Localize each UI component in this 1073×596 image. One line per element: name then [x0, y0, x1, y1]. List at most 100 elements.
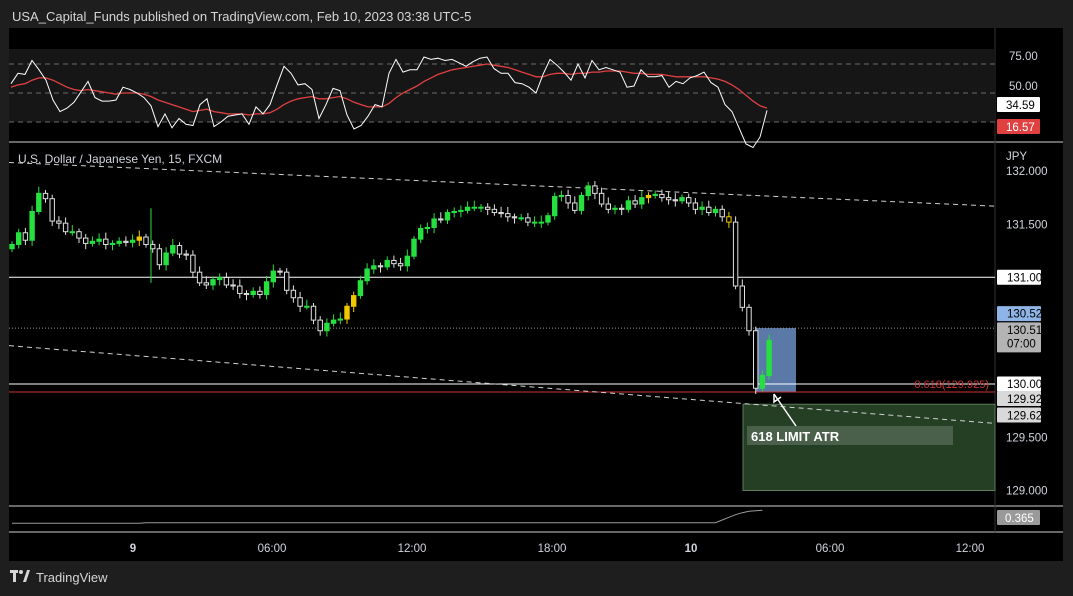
candle [384, 256, 390, 271]
price-tick-132.000: 132.000 [1006, 166, 1048, 178]
candle [96, 233, 102, 246]
candle [605, 197, 611, 214]
candle [726, 211, 732, 228]
time-tick: 12:00 [398, 543, 427, 555]
candle [686, 193, 692, 207]
candle [572, 196, 578, 214]
candle [170, 238, 176, 257]
candle [719, 205, 725, 222]
candle [498, 206, 504, 218]
time-tick: 06:00 [258, 543, 287, 555]
time-tick: 06:00 [816, 543, 845, 555]
candle [471, 200, 478, 212]
chart-frame[interactable]: 75.00 50.00 34.59 16.57 U.S. Dollar / Ja… [8, 28, 1063, 561]
candle [418, 224, 424, 244]
time-tick: 9 [130, 543, 136, 555]
candle [62, 217, 69, 235]
candle [625, 195, 632, 213]
time-tick: 12:00 [956, 543, 985, 555]
candle [505, 206, 511, 222]
last-price-label: 130.525 [1007, 309, 1049, 321]
candle [431, 213, 437, 234]
candle [83, 234, 89, 250]
candle [732, 216, 739, 290]
candle [525, 212, 531, 227]
candle [330, 314, 337, 327]
candle [109, 240, 116, 251]
footer[interactable]: TradingView [10, 570, 108, 585]
rsi-tick-50: 50.00 [1009, 81, 1038, 93]
time-tick: 10 [685, 543, 698, 555]
candle [679, 194, 685, 205]
candle [42, 190, 49, 203]
atr-line [12, 509, 763, 524]
candle [36, 186, 42, 215]
candle [699, 201, 705, 216]
candle [377, 262, 384, 273]
chart-svg[interactable]: 75.00 50.00 34.59 16.57 U.S. Dollar / Ja… [8, 28, 1063, 561]
candle [290, 285, 297, 303]
candle [404, 249, 411, 272]
candle [665, 191, 672, 205]
time-axis: 9 06:00 12:00 18:00 10 06:00 12:00 [130, 543, 985, 555]
candle [257, 286, 263, 299]
rsi-ma-value-label: 16.57 [1006, 122, 1035, 134]
annotation-label: 618 LIMIT ATR [751, 429, 840, 444]
price-tick-129.500: 129.500 [1006, 432, 1048, 444]
candle [619, 204, 625, 216]
candle [69, 225, 75, 236]
candle [712, 206, 719, 217]
candle [491, 204, 498, 216]
candle [458, 205, 464, 218]
candle [270, 264, 277, 288]
candle [56, 216, 62, 229]
candle [746, 304, 752, 336]
candle [210, 276, 216, 290]
candle [297, 291, 303, 313]
price-tick-131.002: 131.002 [1007, 272, 1049, 284]
upper-trendline [8, 161, 996, 207]
lower-trendline [8, 345, 996, 424]
candle [223, 272, 230, 289]
candle [29, 205, 35, 246]
candle [464, 201, 471, 214]
candle [565, 189, 571, 209]
atr-value-label: 0.365 [1005, 513, 1034, 525]
candle [230, 279, 236, 291]
candle [250, 287, 256, 298]
candle [351, 291, 357, 313]
candle [304, 299, 310, 310]
candle [592, 181, 598, 200]
candle [538, 215, 544, 228]
candle [371, 259, 377, 274]
candle [645, 192, 652, 204]
candle [116, 237, 122, 247]
candle [632, 195, 638, 209]
candle [103, 232, 109, 250]
candle [123, 236, 129, 247]
target-value-label: 129.625 [1007, 411, 1049, 423]
candle [578, 192, 585, 215]
candle [284, 268, 290, 295]
rsi-band-background [9, 49, 995, 122]
candle [639, 191, 645, 209]
candle [22, 227, 29, 246]
candle [344, 303, 350, 324]
candle [558, 190, 565, 202]
candle [391, 255, 397, 268]
candle [243, 290, 250, 301]
candle [217, 273, 223, 286]
candle [324, 318, 330, 337]
candle [136, 230, 143, 246]
candle [129, 234, 136, 248]
candle [357, 275, 364, 299]
candle [545, 212, 551, 226]
target-zone [742, 403, 996, 491]
time-tick: 18:00 [538, 543, 567, 555]
currency-label: JPY [1006, 151, 1027, 163]
candle [277, 267, 283, 276]
candle [672, 193, 678, 207]
candle [739, 279, 745, 312]
price-tick-130.513: 130.513 [1007, 325, 1049, 337]
fib-value-label: 129.925 [1007, 394, 1049, 406]
